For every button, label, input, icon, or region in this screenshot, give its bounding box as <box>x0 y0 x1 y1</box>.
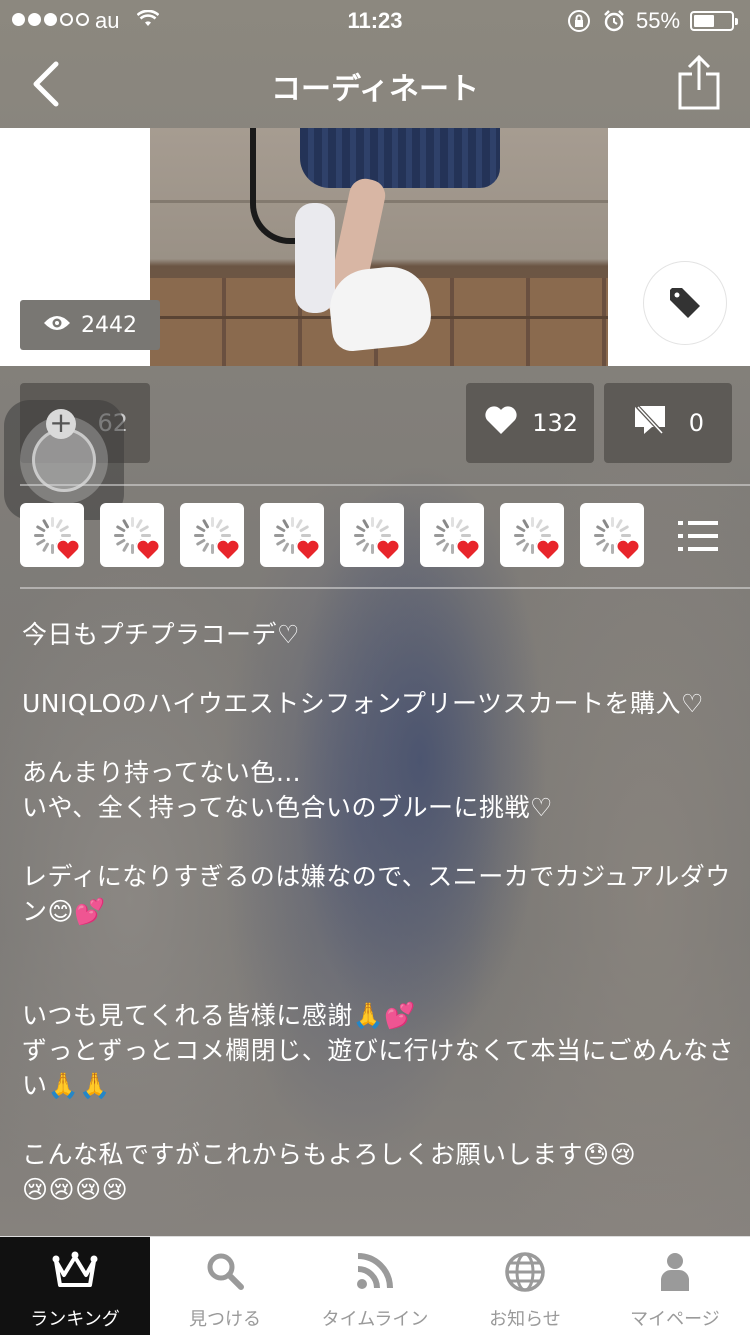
share-button[interactable] <box>676 54 722 110</box>
person-icon <box>657 1251 693 1298</box>
rotation-lock-icon <box>567 9 591 39</box>
liker-avatar[interactable] <box>260 503 324 567</box>
tag-icon <box>668 286 704 326</box>
comment-button[interactable]: 0 <box>604 383 732 463</box>
like-count: 132 <box>532 409 578 437</box>
heart-badge-icon <box>376 539 400 561</box>
like-button[interactable]: 132 <box>466 383 594 463</box>
page-title: コーディネート <box>271 72 479 107</box>
tag-button[interactable] <box>643 261 727 345</box>
search-icon <box>205 1251 245 1296</box>
outfit-photo[interactable] <box>150 128 608 366</box>
rss-icon <box>355 1251 395 1296</box>
liker-avatar[interactable] <box>500 503 564 567</box>
liker-avatar[interactable] <box>180 503 244 567</box>
heart-icon <box>484 405 518 441</box>
navigation-bar: コーディネート <box>0 40 750 128</box>
heart-badge-icon <box>616 539 640 561</box>
comment-count: 0 <box>688 409 704 437</box>
tab-mypage[interactable]: マイページ <box>600 1237 750 1335</box>
comment-disabled-icon <box>632 403 668 443</box>
tab-timeline[interactable]: タイムライン <box>300 1237 450 1335</box>
post-paragraph: 今日もプチプラコーデ♡ <box>22 620 300 649</box>
view-count: 2442 <box>81 312 137 338</box>
post-paragraph: いつも見てくれる皆様に感謝🙏💕 ずっとずっとコメ欄閉じ、遊びに行けなくて本当にご… <box>22 1001 735 1100</box>
tab-discover[interactable]: 見つける <box>150 1237 300 1335</box>
crown-icon <box>50 1251 100 1296</box>
post-paragraph: UNIQLOのハイウエストシフォンプリーツスカートを購入♡ <box>22 689 704 718</box>
tab-label: ランキング <box>30 1309 120 1330</box>
liker-avatar[interactable] <box>20 503 84 567</box>
tab-bar: ランキング 見つける タイムライン お知らせ マイページ <box>0 1236 750 1335</box>
view-count-badge: 2442 <box>20 300 160 350</box>
heart-badge-icon <box>456 539 480 561</box>
eye-icon <box>43 313 71 338</box>
tab-ranking[interactable]: ランキング <box>0 1237 150 1335</box>
heart-badge-icon <box>136 539 160 561</box>
globe-icon <box>504 1251 546 1298</box>
tab-notifications[interactable]: お知らせ <box>450 1237 600 1335</box>
liker-avatar[interactable] <box>340 503 404 567</box>
heart-badge-icon <box>56 539 80 561</box>
heart-badge-icon <box>216 539 240 561</box>
liker-list <box>20 503 644 567</box>
alarm-icon <box>602 9 626 39</box>
liker-avatar[interactable] <box>420 503 484 567</box>
tab-label: タイムライン <box>321 1309 429 1330</box>
post-description: 今日もプチプラコーデ♡ UNIQLOのハイウエストシフォンプリーツスカートを購入… <box>22 617 734 1241</box>
heart-badge-icon <box>536 539 560 561</box>
heart-badge-icon <box>296 539 320 561</box>
tab-label: 見つける <box>189 1309 261 1330</box>
battery-icon <box>690 11 738 31</box>
battery-percent: 55% <box>636 8 681 33</box>
plus-icon: + <box>46 409 76 439</box>
liker-avatar[interactable] <box>100 503 164 567</box>
post-paragraph: あんまり持ってない色… いや、全く持ってない色合いのブルーに挑戦♡ <box>22 758 553 822</box>
list-icon[interactable] <box>678 519 718 553</box>
tab-label: お知らせ <box>489 1309 561 1330</box>
tab-label: マイページ <box>630 1309 720 1330</box>
divider <box>20 484 750 486</box>
liker-avatar[interactable] <box>580 503 644 567</box>
post-paragraph: こんな私ですがこれからもよろしくお願いします😓😢 😢😢😢😢 <box>22 1140 637 1204</box>
post-paragraph: レディになりすぎるのは嫌なので、スニーカでカジュアルダウン😊💕 <box>22 862 731 926</box>
status-bar: au 11:23 55% <box>0 0 750 40</box>
divider <box>20 587 750 589</box>
